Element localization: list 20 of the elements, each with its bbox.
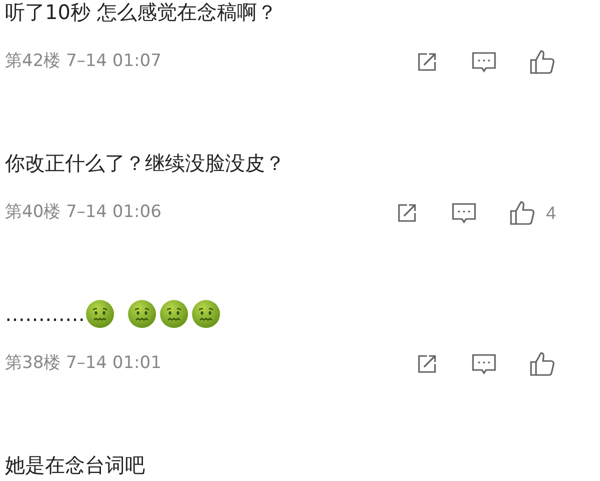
comment-icon[interactable] [471,352,497,376]
nauseated-face-icon [191,299,221,329]
thumbs-up-icon[interactable] [529,351,556,377]
comment-meta: 第42楼 7–14 01:07 [5,50,162,74]
share-icon[interactable] [415,352,439,376]
nauseated-face-icon [159,299,189,329]
nauseated-face-icon [127,299,157,329]
comment-text: 听了10秒 怎么感觉在念稿啊？ [5,0,277,24]
thumbs-up-icon[interactable] [529,49,556,75]
comment-meta: 第40楼 7–14 01:06 [5,201,162,224]
comment-text: ………… [5,302,85,326]
share-icon[interactable] [415,50,439,74]
comment-text: 你改正什么了？继续没脸没皮？ [5,151,285,175]
comment-icon[interactable] [450,201,477,225]
like-count: 4 [546,202,556,224]
thumbs-up-icon[interactable] [508,200,536,226]
comment-icon[interactable] [471,50,497,74]
comment-meta: 第38楼 7–14 01:01 [5,352,162,376]
nauseated-face-icon [85,299,115,329]
comment-text: 她是在念台词吧 [5,453,145,477]
